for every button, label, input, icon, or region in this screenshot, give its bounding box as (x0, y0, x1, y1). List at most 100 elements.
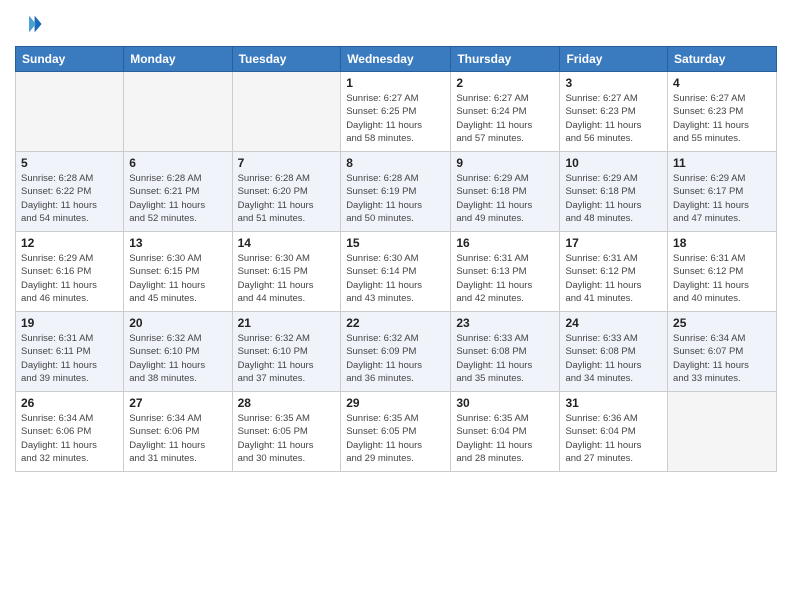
day-cell: 29 Sunrise: 6:35 AM Sunset: 6:05 PM Dayli… (341, 392, 451, 472)
day-info: Sunrise: 6:27 AM Sunset: 6:25 PM Dayligh… (346, 92, 445, 145)
day-info: Sunrise: 6:30 AM Sunset: 6:14 PM Dayligh… (346, 252, 445, 305)
day-info: Sunrise: 6:28 AM Sunset: 6:22 PM Dayligh… (21, 172, 118, 225)
day-number: 15 (346, 236, 445, 250)
week-row-2: 5 Sunrise: 6:28 AM Sunset: 6:22 PM Daylig… (16, 152, 777, 232)
day-number: 27 (129, 396, 226, 410)
day-number: 2 (456, 76, 554, 90)
day-cell: 5 Sunrise: 6:28 AM Sunset: 6:22 PM Daylig… (16, 152, 124, 232)
day-cell: 13 Sunrise: 6:30 AM Sunset: 6:15 PM Dayli… (124, 232, 232, 312)
day-info: Sunrise: 6:36 AM Sunset: 6:04 PM Dayligh… (565, 412, 662, 465)
day-number: 5 (21, 156, 118, 170)
day-number: 10 (565, 156, 662, 170)
day-number: 22 (346, 316, 445, 330)
week-row-4: 19 Sunrise: 6:31 AM Sunset: 6:11 PM Dayli… (16, 312, 777, 392)
day-cell: 20 Sunrise: 6:32 AM Sunset: 6:10 PM Dayli… (124, 312, 232, 392)
day-cell: 9Sunrise: 6:29 AM Sunset: 6:18 PM Daylig… (451, 152, 560, 232)
day-cell: 19 Sunrise: 6:31 AM Sunset: 6:11 PM Dayli… (16, 312, 124, 392)
day-cell: 11 Sunrise: 6:29 AM Sunset: 6:17 PM Dayli… (668, 152, 777, 232)
day-info: Sunrise: 6:30 AM Sunset: 6:15 PM Dayligh… (129, 252, 226, 305)
day-number: 31 (565, 396, 662, 410)
day-number: 21 (238, 316, 336, 330)
day-cell: 10 Sunrise: 6:29 AM Sunset: 6:18 PM Dayli… (560, 152, 668, 232)
day-number: 14 (238, 236, 336, 250)
header (15, 10, 777, 38)
day-cell: 7 Sunrise: 6:28 AM Sunset: 6:20 PM Daylig… (232, 152, 341, 232)
day-cell: 31 Sunrise: 6:36 AM Sunset: 6:04 PM Dayli… (560, 392, 668, 472)
day-cell (16, 72, 124, 152)
day-info: Sunrise: 6:27 AM Sunset: 6:24 PM Dayligh… (456, 92, 554, 145)
column-header-thursday: Thursday (451, 47, 560, 72)
day-info: Sunrise: 6:27 AM Sunset: 6:23 PM Dayligh… (565, 92, 662, 145)
day-cell: 22 Sunrise: 6:32 AM Sunset: 6:09 PM Dayli… (341, 312, 451, 392)
day-number: 18 (673, 236, 771, 250)
column-header-tuesday: Tuesday (232, 47, 341, 72)
day-number: 17 (565, 236, 662, 250)
day-cell: 23 Sunrise: 6:33 AM Sunset: 6:08 PM Dayli… (451, 312, 560, 392)
day-number: 3 (565, 76, 662, 90)
day-number: 25 (673, 316, 771, 330)
day-info: Sunrise: 6:33 AM Sunset: 6:08 PM Dayligh… (456, 332, 554, 385)
day-cell: 12 Sunrise: 6:29 AM Sunset: 6:16 PM Dayli… (16, 232, 124, 312)
week-row-1: 1 Sunrise: 6:27 AM Sunset: 6:25 PM Daylig… (16, 72, 777, 152)
logo-icon (15, 10, 43, 38)
day-info: Sunrise: 6:31 AM Sunset: 6:11 PM Dayligh… (21, 332, 118, 385)
day-cell (124, 72, 232, 152)
day-cell: 26Sunrise: 6:34 AM Sunset: 6:06 PM Dayli… (16, 392, 124, 472)
day-info: Sunrise: 6:35 AM Sunset: 6:05 PM Dayligh… (346, 412, 445, 465)
column-header-monday: Monday (124, 47, 232, 72)
column-header-sunday: Sunday (16, 47, 124, 72)
day-number: 12 (21, 236, 118, 250)
day-number: 26 (21, 396, 118, 410)
page: SundayMondayTuesdayWednesdayThursdayFrid… (0, 0, 792, 612)
day-cell (668, 392, 777, 472)
day-number: 7 (238, 156, 336, 170)
day-cell: 8Sunrise: 6:28 AM Sunset: 6:19 PM Daylig… (341, 152, 451, 232)
day-cell: 2 Sunrise: 6:27 AM Sunset: 6:24 PM Daylig… (451, 72, 560, 152)
day-cell: 4 Sunrise: 6:27 AM Sunset: 6:23 PM Daylig… (668, 72, 777, 152)
week-row-3: 12 Sunrise: 6:29 AM Sunset: 6:16 PM Dayli… (16, 232, 777, 312)
calendar-header-row: SundayMondayTuesdayWednesdayThursdayFrid… (16, 47, 777, 72)
day-info: Sunrise: 6:29 AM Sunset: 6:18 PM Dayligh… (565, 172, 662, 225)
column-header-saturday: Saturday (668, 47, 777, 72)
day-info: Sunrise: 6:29 AM Sunset: 6:17 PM Dayligh… (673, 172, 771, 225)
day-info: Sunrise: 6:32 AM Sunset: 6:09 PM Dayligh… (346, 332, 445, 385)
column-header-wednesday: Wednesday (341, 47, 451, 72)
day-number: 24 (565, 316, 662, 330)
day-info: Sunrise: 6:32 AM Sunset: 6:10 PM Dayligh… (238, 332, 336, 385)
day-number: 4 (673, 76, 771, 90)
day-info: Sunrise: 6:28 AM Sunset: 6:20 PM Dayligh… (238, 172, 336, 225)
day-cell: 28 Sunrise: 6:35 AM Sunset: 6:05 PM Dayli… (232, 392, 341, 472)
day-info: Sunrise: 6:31 AM Sunset: 6:12 PM Dayligh… (673, 252, 771, 305)
day-cell: 24Sunrise: 6:33 AM Sunset: 6:08 PM Dayli… (560, 312, 668, 392)
day-info: Sunrise: 6:31 AM Sunset: 6:13 PM Dayligh… (456, 252, 554, 305)
day-cell: 27Sunrise: 6:34 AM Sunset: 6:06 PM Dayli… (124, 392, 232, 472)
day-info: Sunrise: 6:32 AM Sunset: 6:10 PM Dayligh… (129, 332, 226, 385)
day-number: 20 (129, 316, 226, 330)
day-info: Sunrise: 6:35 AM Sunset: 6:04 PM Dayligh… (456, 412, 554, 465)
day-info: Sunrise: 6:30 AM Sunset: 6:15 PM Dayligh… (238, 252, 336, 305)
day-cell: 18 Sunrise: 6:31 AM Sunset: 6:12 PM Dayli… (668, 232, 777, 312)
day-cell (232, 72, 341, 152)
day-cell: 14 Sunrise: 6:30 AM Sunset: 6:15 PM Dayli… (232, 232, 341, 312)
day-info: Sunrise: 6:35 AM Sunset: 6:05 PM Dayligh… (238, 412, 336, 465)
day-number: 29 (346, 396, 445, 410)
day-cell: 30Sunrise: 6:35 AM Sunset: 6:04 PM Dayli… (451, 392, 560, 472)
day-cell: 15 Sunrise: 6:30 AM Sunset: 6:14 PM Dayli… (341, 232, 451, 312)
day-info: Sunrise: 6:29 AM Sunset: 6:16 PM Dayligh… (21, 252, 118, 305)
day-number: 6 (129, 156, 226, 170)
day-number: 23 (456, 316, 554, 330)
day-number: 19 (21, 316, 118, 330)
day-info: Sunrise: 6:31 AM Sunset: 6:12 PM Dayligh… (565, 252, 662, 305)
day-info: Sunrise: 6:27 AM Sunset: 6:23 PM Dayligh… (673, 92, 771, 145)
day-number: 28 (238, 396, 336, 410)
day-cell: 3 Sunrise: 6:27 AM Sunset: 6:23 PM Daylig… (560, 72, 668, 152)
day-number: 11 (673, 156, 771, 170)
week-row-5: 26Sunrise: 6:34 AM Sunset: 6:06 PM Dayli… (16, 392, 777, 472)
column-header-friday: Friday (560, 47, 668, 72)
day-number: 13 (129, 236, 226, 250)
day-number: 16 (456, 236, 554, 250)
day-cell: 25Sunrise: 6:34 AM Sunset: 6:07 PM Dayli… (668, 312, 777, 392)
logo (15, 10, 47, 38)
day-number: 9 (456, 156, 554, 170)
day-number: 1 (346, 76, 445, 90)
